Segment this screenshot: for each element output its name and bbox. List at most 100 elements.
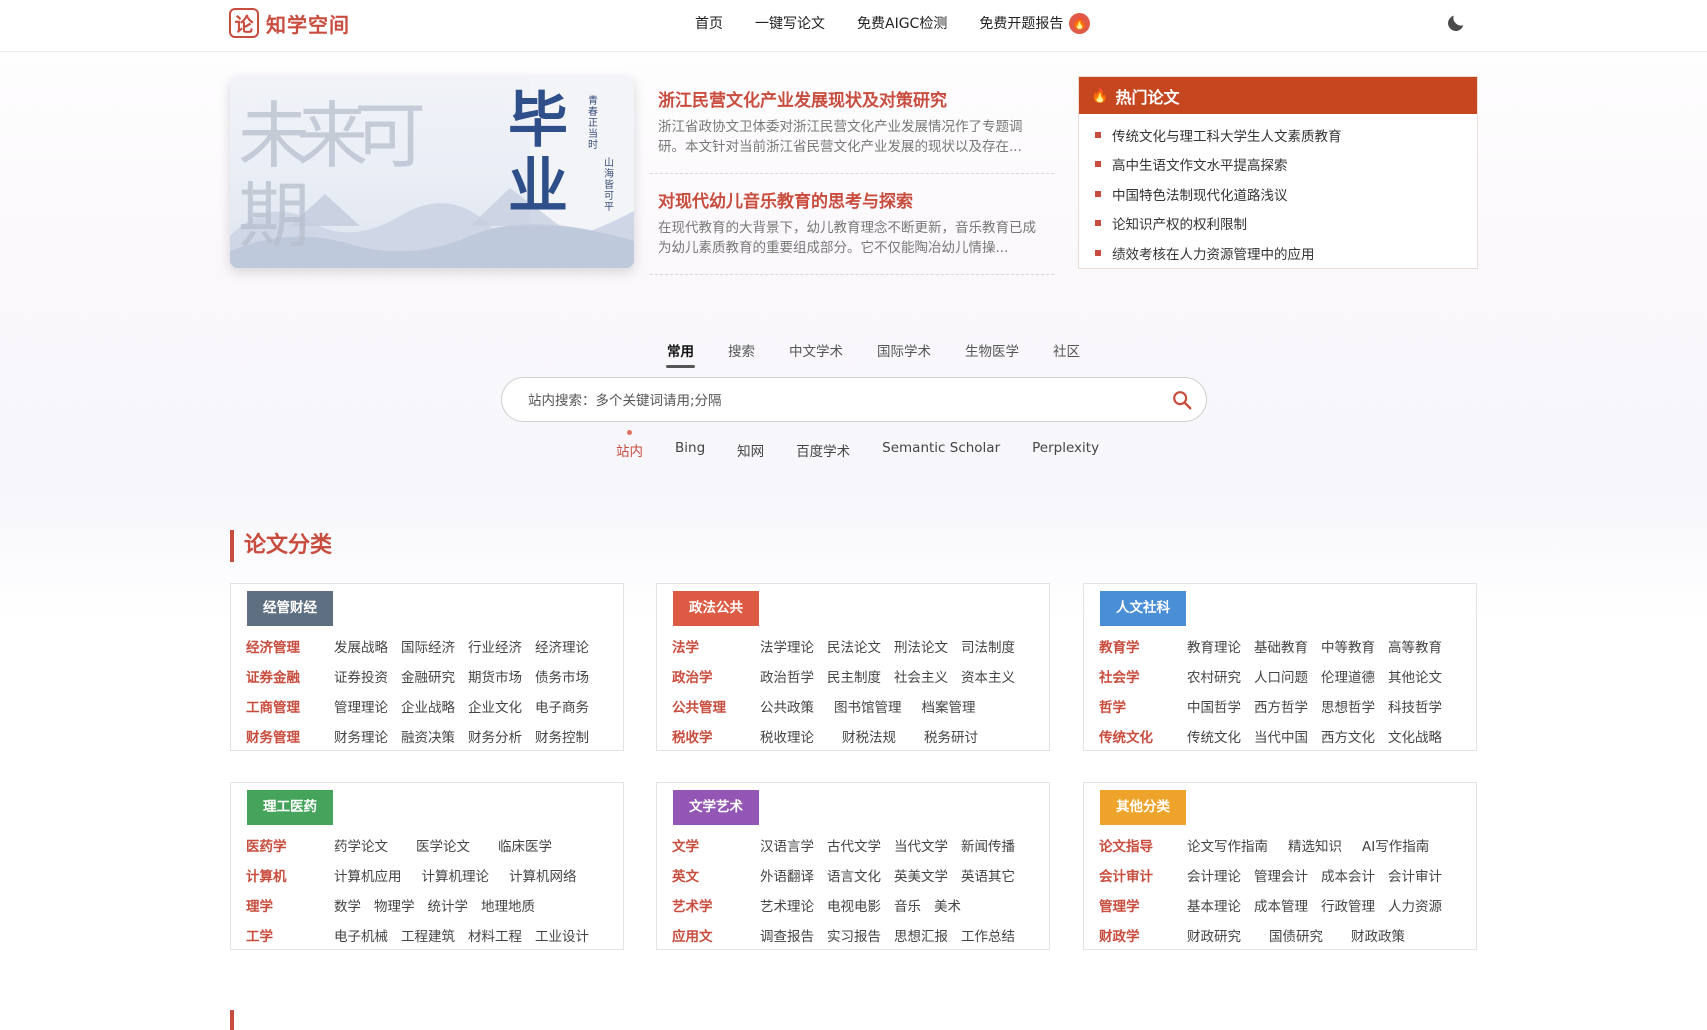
category-sub-link[interactable]: 高等教育 bbox=[1388, 636, 1442, 656]
category-badge[interactable]: 经管财经 bbox=[247, 591, 333, 626]
category-sub-link[interactable]: 成本管理 bbox=[1254, 895, 1308, 915]
category-sub-link[interactable]: 资本主义 bbox=[961, 666, 1015, 686]
category-main-link[interactable]: 公共管理 bbox=[672, 696, 760, 716]
hot-paper-title[interactable]: 绩效考核在人力资源管理中的应用 bbox=[1112, 243, 1315, 263]
category-sub-link[interactable]: 国际经济 bbox=[401, 636, 455, 656]
category-sub-link[interactable]: 实习报告 bbox=[827, 925, 881, 945]
category-sub-link[interactable]: 其他论文 bbox=[1388, 666, 1442, 686]
category-sub-link[interactable]: 中国哲学 bbox=[1187, 696, 1241, 716]
category-sub-link[interactable]: 管理会计 bbox=[1254, 865, 1308, 885]
category-sub-link[interactable]: 企业战略 bbox=[401, 696, 455, 716]
tab-community[interactable]: 社区 bbox=[1053, 340, 1080, 368]
category-main-link[interactable]: 文学 bbox=[672, 835, 760, 855]
engine-site[interactable]: 站内 bbox=[616, 430, 643, 460]
featured-article[interactable]: 对现代幼儿音乐教育的思考与探索 在现代教育的大背景下，幼儿教育理念不断更新，音乐… bbox=[650, 187, 1054, 275]
category-sub-link[interactable]: 中等教育 bbox=[1321, 636, 1375, 656]
category-sub-link[interactable]: 会计理论 bbox=[1187, 865, 1241, 885]
category-sub-link[interactable]: 当代文学 bbox=[894, 835, 948, 855]
category-sub-link[interactable]: 材料工程 bbox=[468, 925, 522, 945]
category-sub-link[interactable]: 工程建筑 bbox=[401, 925, 455, 945]
category-main-link[interactable]: 税收学 bbox=[672, 726, 760, 746]
category-sub-link[interactable]: 论文写作指南 bbox=[1187, 835, 1268, 855]
category-sub-link[interactable]: 财务分析 bbox=[468, 726, 522, 746]
category-badge[interactable]: 政法公共 bbox=[673, 591, 759, 626]
category-main-link[interactable]: 理学 bbox=[246, 895, 334, 915]
category-sub-link[interactable]: 税务研讨 bbox=[924, 726, 978, 746]
category-sub-link[interactable]: 民法论文 bbox=[827, 636, 881, 656]
category-sub-link[interactable]: 人力资源 bbox=[1388, 895, 1442, 915]
category-sub-link[interactable]: 管理理论 bbox=[334, 696, 388, 716]
category-sub-link[interactable]: 文化战略 bbox=[1388, 726, 1442, 746]
category-sub-link[interactable]: 统计学 bbox=[428, 895, 469, 915]
category-main-link[interactable]: 工学 bbox=[246, 925, 334, 945]
category-sub-link[interactable]: 人口问题 bbox=[1254, 666, 1308, 686]
hot-paper-item[interactable]: 传统文化与理工科大学生人文素质教育 bbox=[1095, 120, 1477, 150]
category-sub-link[interactable]: 计算机理论 bbox=[422, 865, 490, 885]
category-sub-link[interactable]: 音乐 bbox=[894, 895, 921, 915]
hot-paper-title[interactable]: 传统文化与理工科大学生人文素质教育 bbox=[1112, 125, 1342, 145]
category-sub-link[interactable]: 法学理论 bbox=[760, 636, 814, 656]
category-sub-link[interactable]: 调查报告 bbox=[760, 925, 814, 945]
category-sub-link[interactable]: 档案管理 bbox=[922, 696, 976, 716]
category-sub-link[interactable]: 医学论文 bbox=[416, 835, 470, 855]
category-sub-link[interactable]: 刑法论文 bbox=[894, 636, 948, 656]
category-sub-link[interactable]: 公共政策 bbox=[760, 696, 814, 716]
category-sub-link[interactable]: 艺术理论 bbox=[760, 895, 814, 915]
category-sub-link[interactable]: 地理地质 bbox=[481, 895, 535, 915]
category-sub-link[interactable]: 成本会计 bbox=[1321, 865, 1375, 885]
category-sub-link[interactable]: 电视电影 bbox=[827, 895, 881, 915]
category-sub-link[interactable]: 工作总结 bbox=[961, 925, 1015, 945]
category-sub-link[interactable]: 经济理论 bbox=[535, 636, 589, 656]
tab-international-academic[interactable]: 国际学术 bbox=[877, 340, 931, 368]
category-main-link[interactable]: 社会学 bbox=[1099, 666, 1187, 686]
hot-paper-item[interactable]: 绩效考核在人力资源管理中的应用 bbox=[1095, 238, 1477, 268]
hot-paper-title[interactable]: 高中生语文作文水平提高探索 bbox=[1112, 154, 1288, 174]
engine-bing[interactable]: Bing bbox=[675, 440, 705, 460]
category-main-link[interactable]: 证券金融 bbox=[246, 666, 334, 686]
category-sub-link[interactable]: 国债研究 bbox=[1269, 925, 1323, 945]
tab-chinese-academic[interactable]: 中文学术 bbox=[789, 340, 843, 368]
category-sub-link[interactable]: 英美文学 bbox=[894, 865, 948, 885]
category-sub-link[interactable]: 思想哲学 bbox=[1321, 696, 1375, 716]
category-main-link[interactable]: 工商管理 bbox=[246, 696, 334, 716]
category-main-link[interactable]: 应用文 bbox=[672, 925, 760, 945]
tab-biomedicine[interactable]: 生物医学 bbox=[965, 340, 1019, 368]
moon-icon[interactable] bbox=[1445, 12, 1467, 34]
category-sub-link[interactable]: 西方文化 bbox=[1321, 726, 1375, 746]
category-main-link[interactable]: 传统文化 bbox=[1099, 726, 1187, 746]
nav-aigc-check[interactable]: 免费AIGC检测 bbox=[857, 13, 947, 33]
category-main-link[interactable]: 经济管理 bbox=[246, 636, 334, 656]
engine-perplexity[interactable]: Perplexity bbox=[1032, 440, 1099, 460]
category-sub-link[interactable]: 财税法规 bbox=[842, 726, 896, 746]
hero-banner[interactable]: 未来可期 毕业 青春正当时 山海皆可平 bbox=[230, 76, 634, 268]
category-sub-link[interactable]: 发展战略 bbox=[334, 636, 388, 656]
category-main-link[interactable]: 管理学 bbox=[1099, 895, 1187, 915]
site-logo[interactable]: 论 知学空间 bbox=[229, 6, 350, 40]
category-sub-link[interactable]: 财务理论 bbox=[334, 726, 388, 746]
category-sub-link[interactable]: 证券投资 bbox=[334, 666, 388, 686]
category-sub-link[interactable]: 临床医学 bbox=[498, 835, 552, 855]
category-main-link[interactable]: 教育学 bbox=[1099, 636, 1187, 656]
category-sub-link[interactable]: 药学论文 bbox=[334, 835, 388, 855]
category-sub-link[interactable]: 税收理论 bbox=[760, 726, 814, 746]
category-badge[interactable]: 人文社科 bbox=[1100, 591, 1186, 626]
category-sub-link[interactable]: 期货市场 bbox=[468, 666, 522, 686]
category-main-link[interactable]: 政治学 bbox=[672, 666, 760, 686]
category-main-link[interactable]: 哲学 bbox=[1099, 696, 1187, 716]
category-sub-link[interactable]: 社会主义 bbox=[894, 666, 948, 686]
hot-paper-item[interactable]: 高中生语文作文水平提高探索 bbox=[1095, 150, 1477, 180]
category-sub-link[interactable]: 基础教育 bbox=[1254, 636, 1308, 656]
category-badge[interactable]: 其他分类 bbox=[1100, 790, 1186, 825]
category-sub-link[interactable]: 基本理论 bbox=[1187, 895, 1241, 915]
category-sub-link[interactable]: 古代文学 bbox=[827, 835, 881, 855]
hot-paper-item[interactable]: 中国特色法制现代化道路浅议 bbox=[1095, 179, 1477, 209]
category-main-link[interactable]: 医药学 bbox=[246, 835, 334, 855]
engine-cnki[interactable]: 知网 bbox=[737, 440, 764, 460]
search-icon[interactable] bbox=[1171, 389, 1193, 411]
category-sub-link[interactable]: 外语翻译 bbox=[760, 865, 814, 885]
category-badge[interactable]: 文学艺术 bbox=[673, 790, 759, 825]
category-sub-link[interactable]: 物理学 bbox=[374, 895, 415, 915]
category-sub-link[interactable]: 汉语言学 bbox=[760, 835, 814, 855]
category-main-link[interactable]: 英文 bbox=[672, 865, 760, 885]
category-sub-link[interactable]: 美术 bbox=[934, 895, 961, 915]
